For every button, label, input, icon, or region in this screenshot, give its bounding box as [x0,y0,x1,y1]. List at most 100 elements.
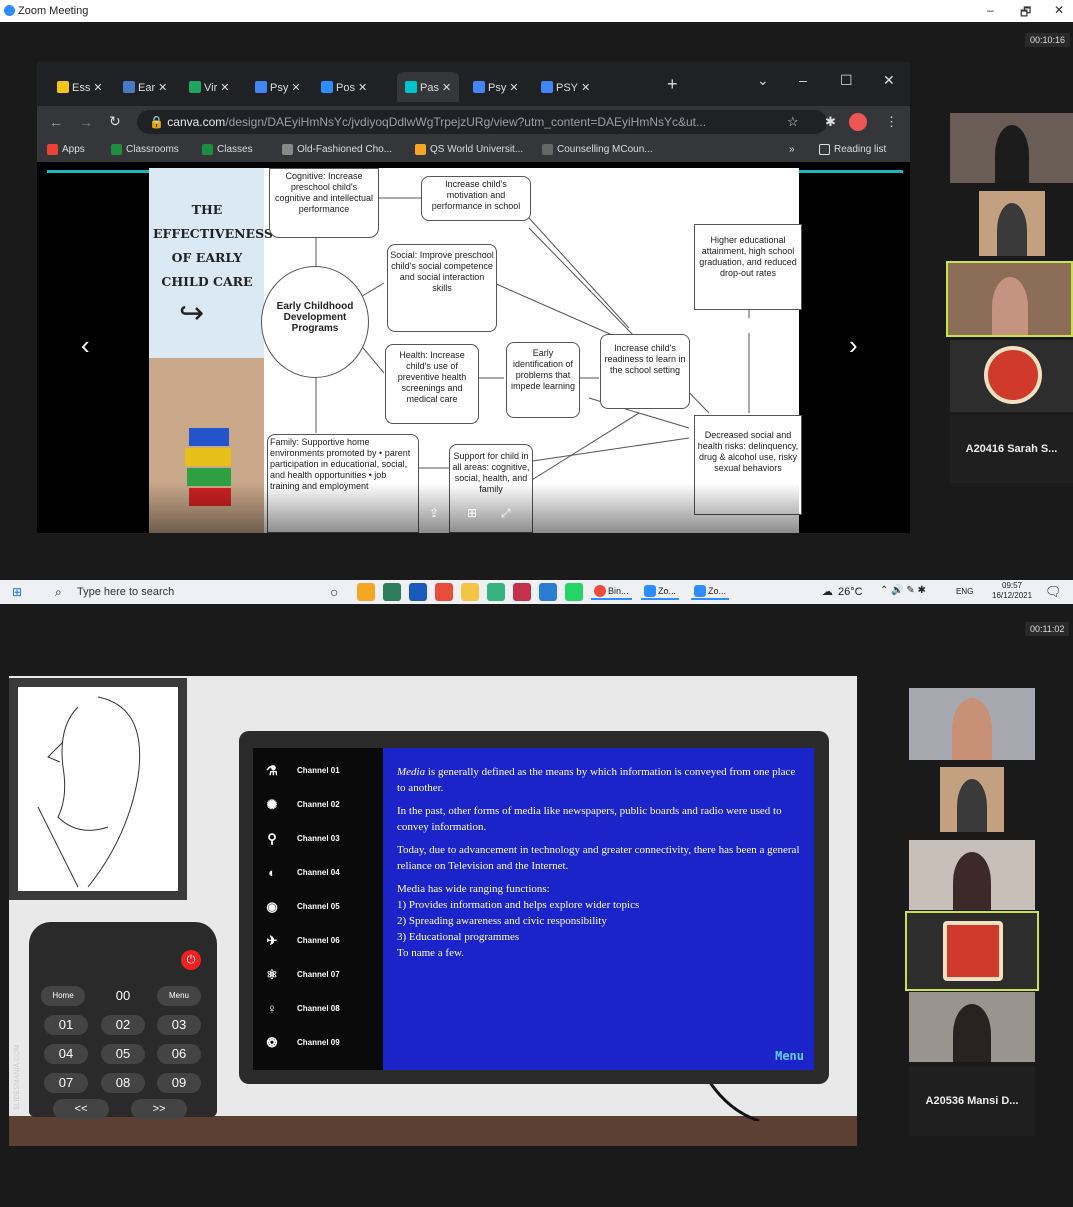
bookmark-item[interactable]: Classrooms [111,144,179,155]
bookmark-item[interactable]: Classes [202,144,253,155]
minimize-button[interactable]: – [987,3,994,17]
browser-tab[interactable]: Pos ✕ [321,76,367,98]
browser-tab[interactable]: Vir ✕ [189,76,230,98]
maximize-button[interactable]: 🗗 [1020,3,1031,24]
power-icon[interactable]: ⏻ [181,950,201,970]
tab-favicon-icon [541,81,553,93]
file-explorer-icon[interactable] [461,583,479,601]
key-09[interactable]: 09 [157,1073,201,1093]
back-icon[interactable]: ← [49,114,63,130]
app-icon[interactable] [487,583,505,601]
participant-tile[interactable] [909,840,1035,910]
browser-tab[interactable]: Pas ✕ [397,72,460,102]
participant-name-tile[interactable]: A20416 Sarah S... [950,415,1073,483]
bookmark-item[interactable]: QS World Universit... [415,144,523,155]
browser-close-button[interactable]: ✕ [883,72,895,89]
tab-search-icon[interactable]: ⌄ [757,72,769,89]
reload-icon[interactable]: ↻ [109,113,121,130]
participant-tile[interactable] [909,992,1035,1062]
weather-text[interactable]: 26°C [838,586,863,598]
share-icon[interactable]: ⇪ [429,506,439,520]
extensions-icon[interactable]: ✱ [825,114,836,130]
app-icon[interactable] [513,583,531,601]
reading-list-button[interactable]: Reading list [819,144,886,155]
browser-tab[interactable]: PSY ✕ [541,76,590,98]
browser-maximize-button[interactable]: ☐ [840,72,853,89]
bookmark-item[interactable]: Old-Fashioned Cho... [282,144,392,155]
channel-item[interactable]: ⚲ Channel 03 [263,831,339,846]
line-art-face [37,696,141,888]
browser-tab[interactable]: Psy ✕ [473,76,519,98]
app-icon[interactable] [383,583,401,601]
channel-item[interactable]: ◉ Channel 05 [263,899,339,914]
channel-item[interactable]: ✈ Channel 06 [263,933,340,948]
key-03[interactable]: 03 [157,1015,201,1035]
channel-item[interactable]: ⚗ Channel 01 [263,763,340,778]
whatsapp-icon[interactable] [565,583,583,601]
participant-tile[interactable] [950,113,1073,183]
browser-menu-icon[interactable]: ⋮ [885,114,898,130]
system-tray-icons[interactable]: ⌃ 🔊 ✎ ✱ [880,585,926,596]
key-07[interactable]: 07 [44,1073,88,1093]
lightbulb-icon: ♀ [267,1001,277,1016]
key-06[interactable]: 06 [157,1044,201,1064]
participant-name-tile[interactable]: A20536 Mansi D... [909,1066,1035,1136]
channel-item[interactable]: ✺ Channel 02 [263,797,340,812]
language-indicator[interactable]: ENG [956,587,973,596]
zoom-icon [644,585,656,597]
remote-menu-button[interactable]: Menu [157,986,201,1006]
participant-tile[interactable] [979,191,1045,256]
grid-view-icon[interactable]: ⊞ [467,506,477,520]
next-button[interactable]: >> [131,1099,187,1119]
profile-avatar[interactable] [849,113,867,131]
fullscreen-icon[interactable]: ⤢ [501,506,511,521]
key-00[interactable]: 00 [101,986,145,1006]
prev-button[interactable]: << [53,1099,109,1119]
bookmark-item[interactable]: Counselling MCoun... [542,144,653,155]
new-tab-button[interactable]: + [667,74,678,95]
prev-slide-icon[interactable]: ‹ [81,330,90,361]
app-icon[interactable] [539,583,557,601]
active-speaker-tile[interactable] [946,261,1073,337]
key-01[interactable]: 01 [44,1015,88,1035]
taskbar-zoom-tab[interactable]: Zo... [691,584,730,600]
url-bar[interactable]: 🔒 canva.com/design/DAEyiHmNsYc/jvdiyoqDd… [137,110,827,134]
participant-tile[interactable] [940,767,1004,832]
browser-tab[interactable]: Ear ✕ [123,76,167,98]
channel-item[interactable]: ♀ Channel 08 [263,1001,340,1016]
participant-tile[interactable] [950,340,1073,412]
taskbar-chrome-tab[interactable]: Bin... [591,584,632,600]
clock[interactable]: 09:57 16/12/2021 [992,581,1032,601]
menu-link[interactable]: Menu [775,1048,804,1064]
key-05[interactable]: 05 [101,1044,145,1064]
browser-tab[interactable]: Psy ✕ [255,76,301,98]
forward-icon[interactable]: → [79,114,93,130]
channel-item[interactable]: ❂ Channel 09 [263,1035,340,1050]
browser-tab[interactable]: Ess ✕ [57,76,103,98]
channel-item[interactable]: ◐ Channel 04 [263,865,340,880]
eye-icon: ◉ [266,899,278,914]
bookmarks-more-button[interactable]: » [789,144,795,155]
notifications-icon[interactable]: 🗨 [1045,584,1062,600]
star-icon[interactable]: ☆ [787,114,799,130]
vlc-icon[interactable] [357,583,375,601]
channel-item[interactable]: ⚛ Channel 07 [263,967,340,982]
key-08[interactable]: 08 [101,1073,145,1093]
cassette-avatar-icon [984,346,1042,404]
taskbar-search-input[interactable]: Type here to search [77,586,174,598]
app-icon[interactable] [409,583,427,601]
next-slide-icon[interactable]: › [849,330,858,361]
chrome-icon[interactable] [435,583,453,601]
tab-favicon-icon [473,81,485,93]
home-button[interactable]: Home [41,986,85,1006]
key-02[interactable]: 02 [101,1015,145,1035]
bookmark-item[interactable]: Apps [47,144,85,155]
active-speaker-tile[interactable] [905,911,1039,991]
close-button[interactable]: ✕ [1054,3,1064,17]
windows-start-icon[interactable]: ⊞ [12,585,22,599]
participant-tile[interactable] [909,688,1035,760]
taskbar-zoom-tab[interactable]: Zo... [641,584,680,600]
browser-minimize-button[interactable]: – [799,72,807,88]
task-view-icon[interactable]: ○ [330,584,338,600]
key-04[interactable]: 04 [44,1044,88,1064]
